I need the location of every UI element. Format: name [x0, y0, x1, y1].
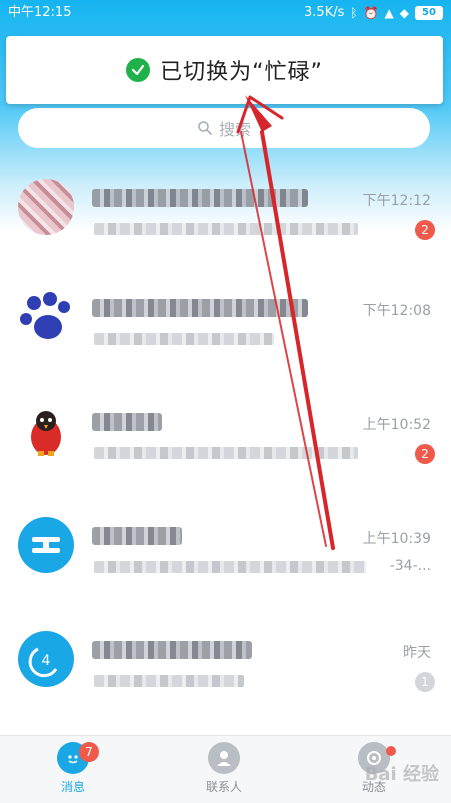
- check-icon: [126, 58, 151, 82]
- tab-messages-label: 消息: [60, 780, 85, 794]
- tab-messages[interactable]: 7 消息: [33, 742, 113, 795]
- message-time: 上午10:39: [362, 531, 431, 547]
- blurred-contact-name: [92, 413, 162, 431]
- avatar: [18, 403, 74, 459]
- watermark: Bai 经验: [364, 764, 439, 785]
- search-icon: [197, 120, 213, 136]
- blurred-message-preview: [94, 561, 366, 573]
- blurred-message-preview: [94, 675, 244, 687]
- blurred-contact-name: [92, 299, 308, 317]
- net-speed: 3.5K/s: [304, 5, 345, 20]
- avatar: 4: [18, 631, 74, 687]
- contacts-icon: [208, 742, 240, 774]
- message-time: 下午12:12: [362, 193, 431, 209]
- avatar: [18, 179, 74, 235]
- blurred-contact-name: [92, 527, 182, 545]
- message-time: 昨天: [403, 645, 431, 661]
- status-time: 中午12:15: [8, 5, 72, 20]
- avatar: [18, 289, 74, 345]
- tab-contacts-label: 联系人: [205, 780, 242, 794]
- message-time: 上午10:52: [362, 417, 431, 433]
- alarm-icon: ⏰: [363, 6, 379, 20]
- battery-indicator: 50: [415, 6, 443, 20]
- status-bar: 中午12:15 3.5K/s ᛒ ⏰ ▲ ◆ 50: [0, 0, 451, 26]
- conversation-row[interactable]: 上午10:52 2: [0, 384, 451, 498]
- blurred-contact-name: [92, 641, 252, 659]
- avatar: [18, 517, 74, 573]
- tab-contacts[interactable]: 联系人: [184, 742, 264, 795]
- message-time: 下午12:08: [362, 303, 431, 319]
- conversation-row[interactable]: 下午12:08: [0, 270, 451, 384]
- blurred-message-preview: [94, 333, 274, 345]
- wifi-icon: ◆: [399, 6, 409, 20]
- toast-text: 已切换为“忙碌”: [160, 60, 323, 85]
- unread-badge: 2: [415, 444, 435, 464]
- status-right: 3.5K/s ᛒ ⏰ ▲ ◆ 50: [304, 0, 443, 26]
- blurred-message-preview: [94, 447, 358, 459]
- status-toast: 已切换为“忙碌”: [6, 36, 443, 104]
- blurred-message-preview: [94, 223, 358, 235]
- unread-badge: 1: [415, 672, 435, 692]
- unread-badge: 2: [415, 220, 435, 240]
- svg-text:4: 4: [42, 653, 51, 669]
- search-placeholder: 搜索: [218, 120, 251, 139]
- moments-new-dot: [386, 746, 396, 756]
- conversation-row[interactable]: 下午12:12 2: [0, 160, 451, 270]
- qq-message-screen: 中午12:15 3.5K/s ᛒ ⏰ ▲ ◆ 50 已切换为“忙碌” 搜索 下午…: [0, 0, 451, 803]
- conversation-list: 下午12:12 2 下午12:08 上午10:52 2 上午10:39 -34-…: [0, 160, 451, 803]
- search-bar[interactable]: 搜索: [18, 108, 430, 148]
- blurred-contact-name: [92, 189, 308, 207]
- conversation-row[interactable]: 4 昨天 1: [0, 612, 451, 726]
- signal-icon: ▲: [384, 6, 394, 20]
- messages-unread-badge: 7: [79, 742, 99, 762]
- bluetooth-icon: ᛒ: [350, 6, 358, 20]
- conversation-row[interactable]: 上午10:39 -34-...: [0, 498, 451, 612]
- message-preview-tail: -34-...: [389, 558, 431, 574]
